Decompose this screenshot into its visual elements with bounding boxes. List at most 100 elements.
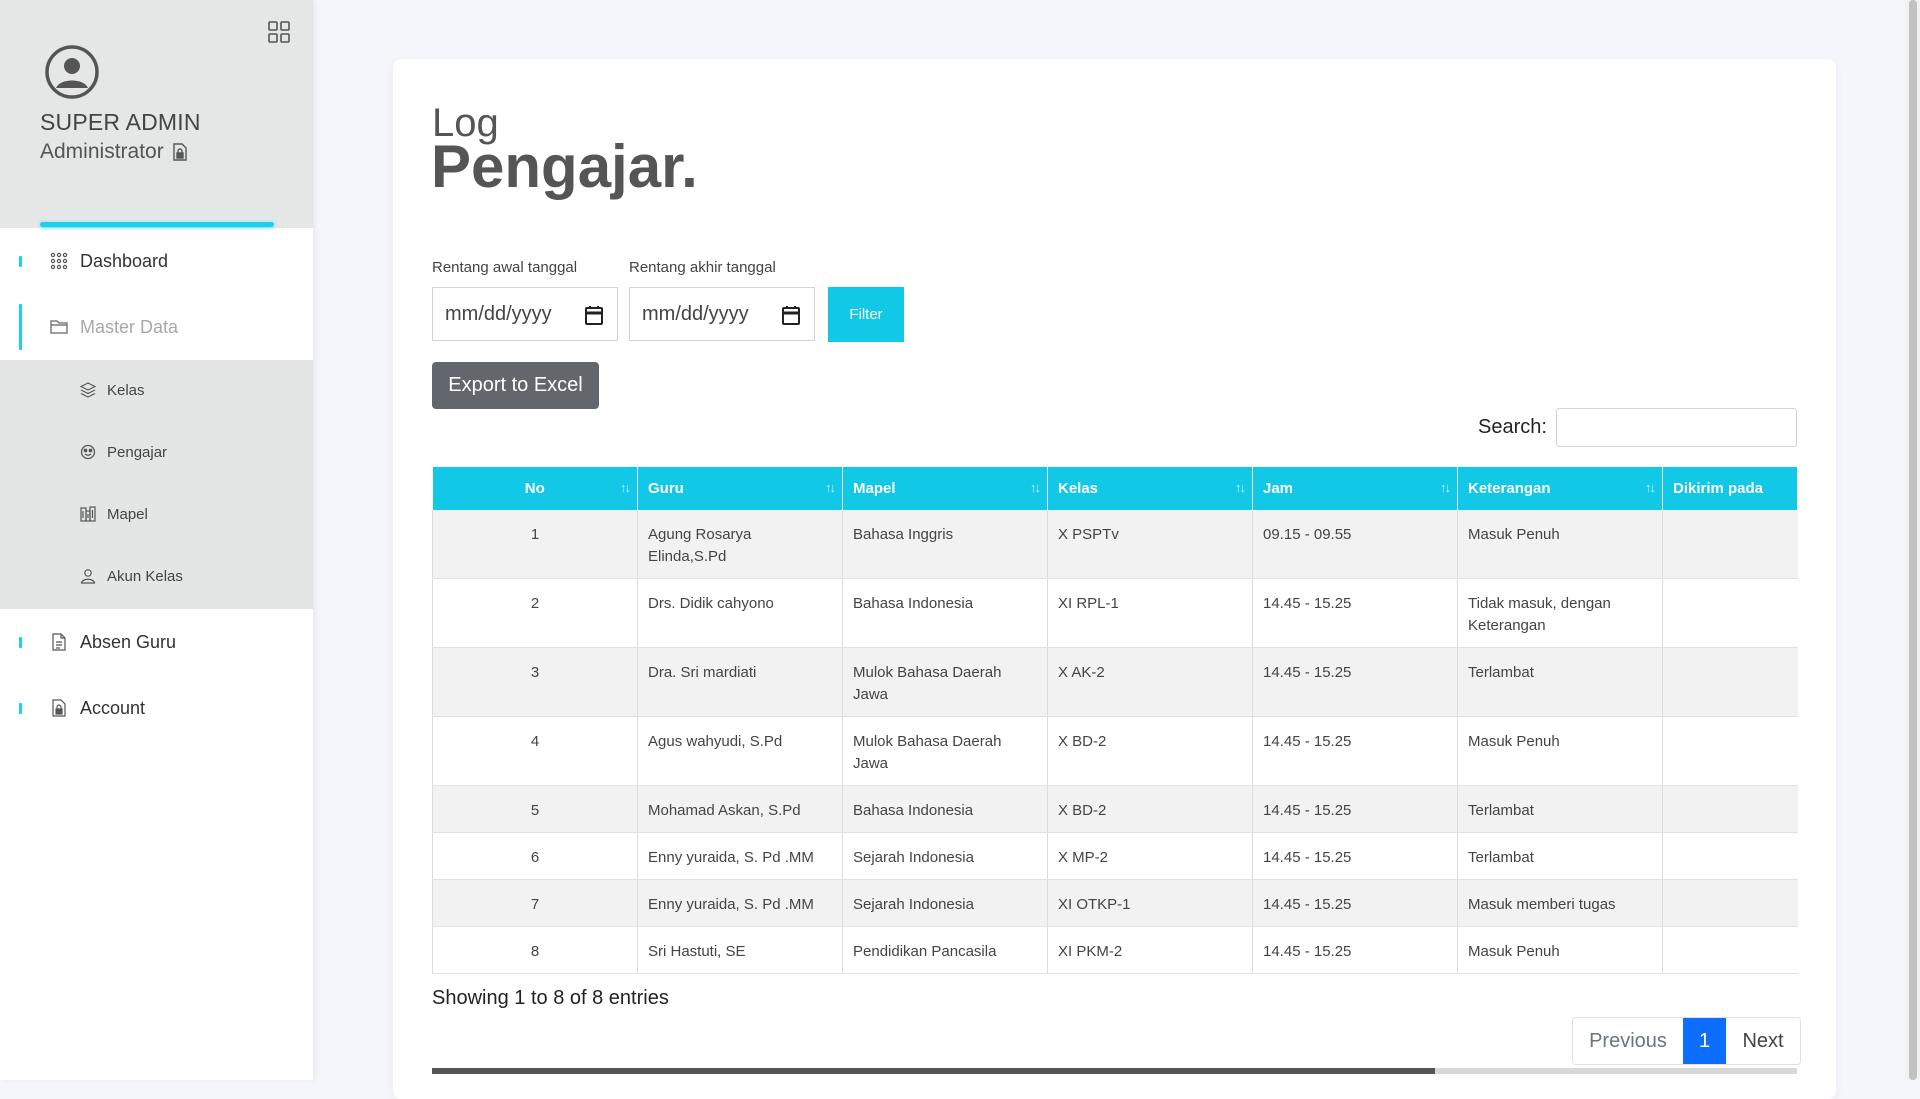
- page-1-button[interactable]: 1: [1683, 1018, 1726, 1064]
- cell-jam: 14.45 - 15.25: [1252, 647, 1458, 717]
- column-header-dikirim-pada[interactable]: Dikirim pada: [1662, 467, 1798, 510]
- sidebar-subitem-label: Kelas: [107, 381, 145, 399]
- cell-kelas: XI OTKP-1: [1047, 879, 1253, 927]
- vertical-scrollbar[interactable]: [1905, 0, 1920, 1080]
- cell-jam: 14.45 - 15.25: [1252, 926, 1458, 974]
- sidebar-subitem-akun-kelas[interactable]: Akun Kelas: [0, 551, 313, 601]
- vertical-scrollbar-thumb[interactable]: [1909, 0, 1917, 1080]
- column-header-label: Guru: [648, 480, 684, 497]
- admin-role: Administrator: [40, 140, 188, 164]
- cell-guru: Drs. Didik cahyono: [637, 578, 843, 648]
- sidebar-item-label: Absen Guru: [80, 631, 177, 652]
- cell-jam: 14.45 - 15.25: [1252, 578, 1458, 648]
- start-date-label: Rentang awal tanggal: [432, 259, 578, 276]
- sidebar-subitem-pengajar[interactable]: Pengajar: [0, 427, 313, 477]
- horizontal-scrollbar[interactable]: [432, 1068, 1797, 1074]
- sidebar-item-absen-guru[interactable]: Absen Guru: [0, 609, 313, 675]
- sidebar-item-label: Master Data: [80, 316, 179, 337]
- cell-kelas: X AK-2: [1047, 647, 1253, 717]
- filter-button[interactable]: Filter: [828, 287, 904, 342]
- building-icon: [80, 506, 96, 522]
- cell-kelas: X BD-2: [1047, 785, 1253, 833]
- cell-no: 8: [432, 926, 638, 974]
- master-data-submenu: Kelas Pengajar Mapel Akun Kelas: [0, 360, 313, 609]
- column-header-label: Kelas: [1058, 480, 1099, 497]
- file-lock-icon: [173, 143, 187, 161]
- sidebar-subitem-label: Akun Kelas: [107, 567, 183, 585]
- cell-keterangan: Terlambat: [1457, 647, 1663, 717]
- sidebar-subitem-label: Pengajar: [107, 443, 168, 461]
- calendar-icon[interactable]: [585, 305, 603, 325]
- sort-icon: ↑↓: [1030, 480, 1041, 495]
- cell-guru: Agung Rosarya Elinda,S.Pd: [637, 510, 843, 579]
- admin-role-label: Administrator: [40, 140, 164, 163]
- cell-keterangan: Tidak masuk, dengan Keterangan: [1457, 578, 1663, 648]
- sort-icon: ↑↓: [620, 480, 631, 495]
- nav-marker: [19, 702, 22, 714]
- table-row: 3 Dra. Sri mardiati Mulok Bahasa Daerah …: [432, 647, 1798, 717]
- cell-mapel: Pendidikan Pancasila: [842, 926, 1048, 974]
- cell-kelas: X MP-2: [1047, 832, 1253, 880]
- cell-no: 1: [432, 510, 638, 579]
- horizontal-scrollbar-thumb[interactable]: [432, 1068, 1435, 1074]
- table-header-row: No ↑↓ Guru ↑↓ Mapel ↑↓ Kelas ↑↓ Jam ↑↓ Ketera…: [432, 467, 1798, 510]
- folder-icon: [50, 320, 68, 334]
- sort-icon: ↑↓: [1440, 480, 1451, 495]
- user-circle-icon: [45, 45, 99, 99]
- cell-no: 5: [432, 785, 638, 833]
- column-header-label: Jam: [1263, 480, 1294, 497]
- sidebar-item-dashboard[interactable]: Dashboard: [0, 228, 313, 294]
- start-date-input[interactable]: mm/dd/yyyy: [432, 287, 618, 341]
- admin-name: SUPER ADMIN: [40, 109, 201, 135]
- layers-icon: [80, 382, 96, 398]
- column-header-jam[interactable]: Jam ↑↓: [1252, 467, 1458, 510]
- column-header-label: No: [524, 480, 545, 497]
- cell-no: 6: [432, 832, 638, 880]
- sidebar: SUPER ADMIN Administrator Dashboard Mast…: [0, 0, 313, 1080]
- previous-page-button[interactable]: Previous: [1573, 1018, 1683, 1064]
- cell-keterangan: Terlambat: [1457, 832, 1663, 880]
- search-input[interactable]: [1556, 408, 1797, 447]
- cell-mapel: Sejarah Indonesia: [842, 879, 1048, 927]
- column-header-guru[interactable]: Guru ↑↓: [637, 467, 843, 510]
- column-header-no[interactable]: No ↑↓: [432, 467, 638, 510]
- cell-keterangan: Masuk Penuh: [1457, 510, 1663, 579]
- page-title: Pengajar.: [431, 133, 698, 200]
- cell-jam: 14.45 - 15.25: [1252, 785, 1458, 833]
- column-header-keterangan[interactable]: Keterangan ↑↓: [1457, 467, 1663, 510]
- user-icon: [80, 569, 96, 584]
- sidebar-item-master-data[interactable]: Master Data: [0, 294, 313, 360]
- cell-guru: Agus wahyudi, S.Pd: [637, 716, 843, 786]
- cell-kelas: X PSPTv: [1047, 510, 1253, 579]
- sidebar-item-account[interactable]: Account: [0, 675, 313, 741]
- cell-mapel: Mulok Bahasa Daerah Jawa: [842, 716, 1048, 786]
- table-row: 1 Agung Rosarya Elinda,S.Pd Bahasa Inggr…: [432, 510, 1798, 579]
- pagination: Previous 1 Next: [1572, 1017, 1801, 1065]
- nav-marker: [19, 304, 22, 350]
- column-header-kelas[interactable]: Kelas ↑↓: [1047, 467, 1253, 510]
- sidebar-subitem-label: Mapel: [107, 505, 148, 523]
- sidebar-subitem-mapel[interactable]: Mapel: [0, 489, 313, 539]
- sort-icon: ↑↓: [825, 480, 836, 495]
- cell-dikirim-pada: [1662, 510, 1798, 579]
- cell-mapel: Bahasa Indonesia: [842, 578, 1048, 648]
- end-date-label: Rentang akhir tanggal: [629, 259, 776, 276]
- cell-guru: Sri Hastuti, SE: [637, 926, 843, 974]
- export-excel-button[interactable]: Export to Excel: [432, 362, 599, 409]
- cell-dikirim-pada: [1662, 647, 1798, 717]
- cell-mapel: Sejarah Indonesia: [842, 832, 1048, 880]
- grid-icon[interactable]: [267, 20, 291, 44]
- profile-panel: SUPER ADMIN Administrator: [0, 0, 313, 228]
- cell-dikirim-pada: [1662, 879, 1798, 927]
- column-header-mapel[interactable]: Mapel ↑↓: [842, 467, 1048, 510]
- sidebar-subitem-kelas[interactable]: Kelas: [0, 365, 313, 415]
- cell-no: 3: [432, 647, 638, 717]
- calendar-icon[interactable]: [782, 305, 800, 325]
- cell-guru: Dra. Sri mardiati: [637, 647, 843, 717]
- next-page-button[interactable]: Next: [1726, 1018, 1800, 1064]
- end-date-input[interactable]: mm/dd/yyyy: [629, 287, 815, 341]
- cell-keterangan: Terlambat: [1457, 785, 1663, 833]
- cell-kelas: X BD-2: [1047, 716, 1253, 786]
- cell-dikirim-pada: [1662, 832, 1798, 880]
- start-date-value: mm/dd/yyyy: [445, 302, 552, 325]
